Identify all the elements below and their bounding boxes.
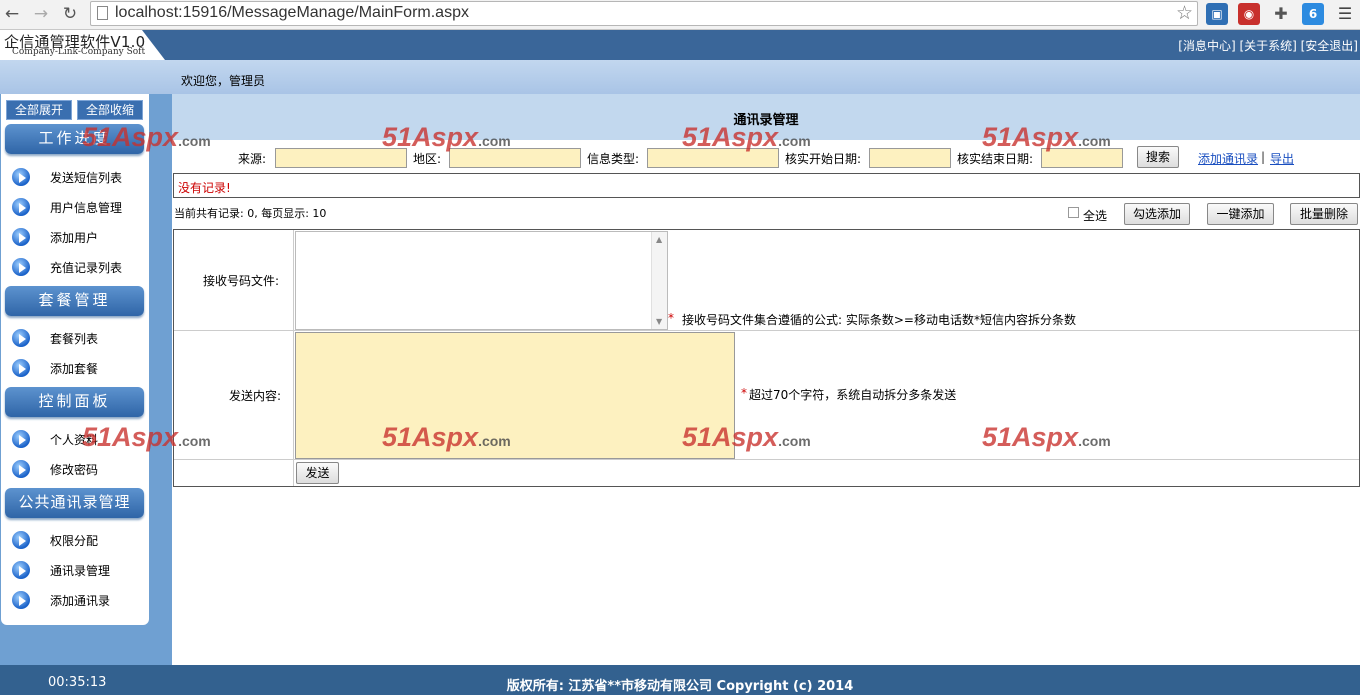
- content-hint: 超过70个字符，系统自动拆分多条发送: [749, 388, 957, 402]
- sidebar-item-contacts-manage[interactable]: 通讯录管理: [11, 559, 141, 581]
- group-public-contacts[interactable]: 公共通讯录管理: [5, 488, 144, 518]
- header-links[interactable]: [消息中心] [关于系统] [安全退出]: [1178, 37, 1358, 54]
- extensions-puzzle-icon[interactable]: ✚: [1270, 3, 1292, 25]
- play-icon: [11, 358, 31, 378]
- region-label: 地区:: [413, 152, 442, 166]
- recv-file-textarea[interactable]: ▲ ▼: [295, 231, 668, 330]
- scroll-up-icon: ▲: [656, 235, 663, 244]
- info-type-input[interactable]: [647, 148, 779, 168]
- link-separator: |: [1261, 150, 1266, 164]
- sidebar-item-package-list[interactable]: 套餐列表: [11, 327, 141, 349]
- start-date-input[interactable]: [869, 148, 951, 168]
- sidebar-item-add-package[interactable]: 添加套餐: [11, 357, 141, 379]
- menu-icon[interactable]: ☰: [1334, 3, 1356, 25]
- record-count: 当前共有记录: 0, 每页显示: 10: [174, 207, 327, 220]
- required-star: *: [741, 386, 747, 400]
- sidebar: 全部展开 全部收缩 工作进度 发送短信列表 用户信息管理 添加用户 充值记录列表…: [1, 94, 149, 625]
- app-logo: 企信通管理软件V1.0 Company-Link-Company Soft: [0, 30, 165, 60]
- form-divider: [174, 330, 1359, 331]
- end-date-input[interactable]: [1041, 148, 1123, 168]
- play-icon: [11, 197, 31, 217]
- play-icon: [11, 227, 31, 247]
- add-contact-link[interactable]: 添加通讯录: [1198, 150, 1258, 167]
- form-column-divider: [293, 230, 294, 486]
- footer: 版权所有: 江苏省**市移动有限公司 Copyright (c) 2014 00…: [0, 665, 1360, 695]
- content-textarea[interactable]: [295, 332, 735, 459]
- play-icon: [11, 328, 31, 348]
- extension-monitor-icon[interactable]: ▣: [1206, 3, 1228, 25]
- recv-file-hint: 接收号码文件集合遵循的公式: 实际条数>=移动电话数*短信内容拆分条数: [682, 313, 1076, 327]
- textarea-scrollbar[interactable]: ▲ ▼: [651, 232, 667, 329]
- select-all-label: 全选: [1083, 209, 1108, 223]
- sidebar-item-profile[interactable]: 个人资料: [11, 428, 141, 450]
- info-type-label: 信息类型:: [587, 152, 640, 166]
- play-icon: [11, 459, 31, 479]
- play-icon: [11, 167, 31, 187]
- collapse-all-button[interactable]: 全部收缩: [77, 100, 143, 120]
- main-panel: 通讯录管理 来源: 地区: 信息类型: 核实开始日期: 核实结束日期: 搜索 添…: [172, 94, 1360, 665]
- send-form: 接收号码文件: ▲ ▼ * 接收号码文件集合遵循的公式: 实际条数>=移动电话数*…: [173, 229, 1360, 487]
- page-title: 通讯录管理: [733, 113, 799, 128]
- check-add-button[interactable]: 勾选添加: [1124, 203, 1190, 225]
- sidebar-item-recharge-list[interactable]: 充值记录列表: [11, 256, 141, 278]
- sidebar-item-change-password[interactable]: 修改密码: [11, 458, 141, 480]
- welcome-text: 欢迎您，管理员: [181, 74, 266, 88]
- extension-blue-icon[interactable]: 6: [1302, 3, 1324, 25]
- sidebar-item-add-user[interactable]: 添加用户: [11, 226, 141, 248]
- back-icon[interactable]: ←: [2, 4, 22, 24]
- play-icon: [11, 560, 31, 580]
- no-records-text: 没有记录!: [178, 181, 231, 195]
- play-icon: [11, 257, 31, 277]
- form-divider: [174, 459, 1359, 460]
- group-control-panel[interactable]: 控制面板: [5, 387, 144, 417]
- sidebar-item-permissions[interactable]: 权限分配: [11, 529, 141, 551]
- source-label: 来源:: [238, 152, 267, 166]
- recv-file-label: 接收号码文件:: [203, 274, 280, 288]
- play-icon: [11, 590, 31, 610]
- end-date-label: 核实结束日期:: [957, 152, 1034, 166]
- browser-toolbar: ← → ↻ localhost:15916/MessageManage/Main…: [0, 0, 1360, 30]
- play-icon: [11, 530, 31, 550]
- clock-text: 00:35:13: [48, 675, 107, 690]
- sidebar-item-add-contacts[interactable]: 添加通讯录: [11, 589, 141, 611]
- start-date-label: 核实开始日期:: [785, 152, 862, 166]
- app-subtitle: Company-Link-Company Soft: [12, 47, 146, 57]
- group-package-manage[interactable]: 套餐管理: [5, 286, 144, 316]
- search-button[interactable]: 搜索: [1137, 146, 1179, 168]
- welcome-bar: 欢迎您，管理员: [0, 60, 1360, 94]
- export-link[interactable]: 导出: [1270, 150, 1294, 167]
- play-icon: [11, 429, 31, 449]
- one-click-add-button[interactable]: 一键添加: [1207, 203, 1274, 225]
- reload-icon[interactable]: ↻: [60, 4, 80, 24]
- content-label: 发送内容:: [229, 389, 282, 403]
- page-icon: [97, 6, 108, 20]
- sidebar-item-send-sms-list[interactable]: 发送短信列表: [11, 166, 141, 188]
- copyright-text: 版权所有: 江苏省**市移动有限公司 Copyright (c) 2014: [506, 679, 854, 694]
- region-input[interactable]: [449, 148, 581, 168]
- no-records-box: 没有记录!: [173, 173, 1360, 198]
- address-bar[interactable]: localhost:15916/MessageManage/MainForm.a…: [90, 1, 1198, 26]
- extension-red-icon[interactable]: ◉: [1238, 3, 1260, 25]
- batch-delete-button[interactable]: 批量删除: [1290, 203, 1358, 225]
- required-star: *: [668, 311, 674, 325]
- forward-icon[interactable]: →: [31, 4, 51, 24]
- group-work-progress[interactable]: 工作进度: [5, 124, 144, 154]
- bookmark-star-icon[interactable]: ☆: [1176, 2, 1193, 25]
- url-text[interactable]: localhost:15916/MessageManage/MainForm.a…: [115, 4, 469, 22]
- select-all-checkbox[interactable]: [1068, 207, 1079, 218]
- send-button[interactable]: 发送: [296, 462, 339, 484]
- app-header: [0, 30, 1360, 60]
- title-bar: 通讯录管理: [172, 94, 1360, 140]
- expand-all-button[interactable]: 全部展开: [6, 100, 72, 120]
- source-input[interactable]: [275, 148, 407, 168]
- sidebar-item-user-info[interactable]: 用户信息管理: [11, 196, 141, 218]
- scroll-down-icon: ▼: [656, 317, 663, 326]
